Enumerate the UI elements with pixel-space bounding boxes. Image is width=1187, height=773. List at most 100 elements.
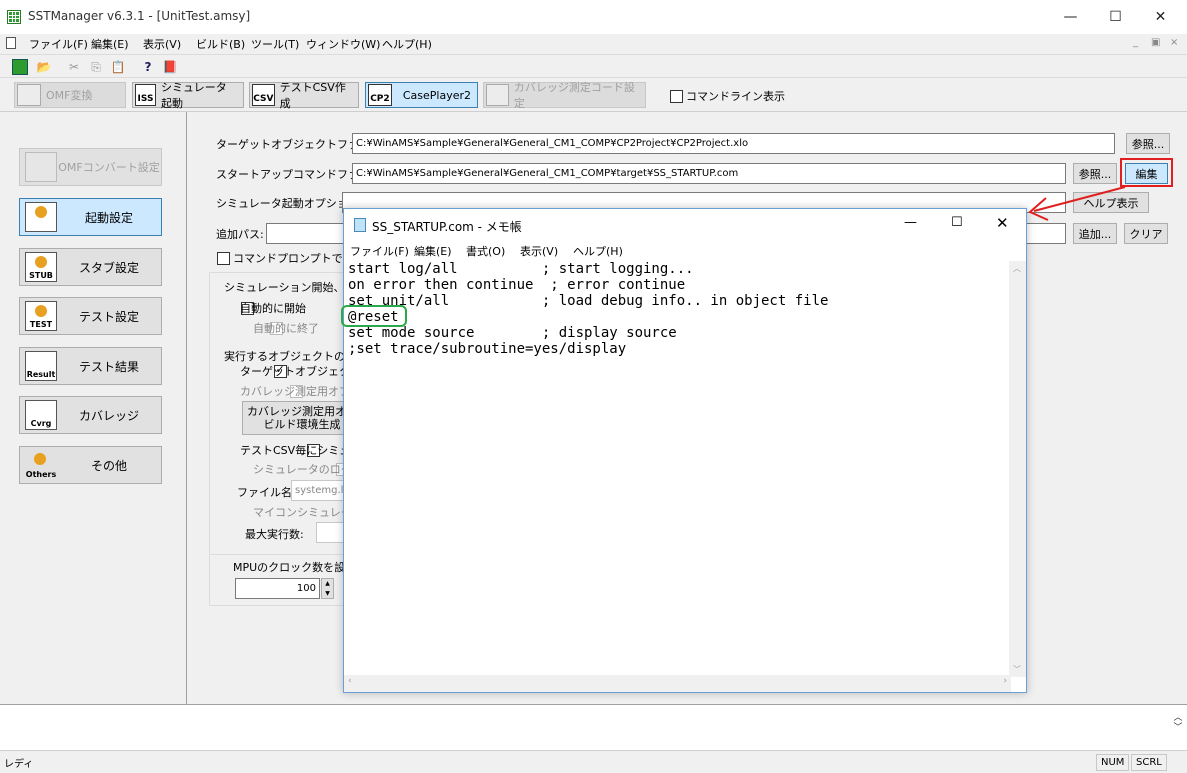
minimize-button[interactable]: — — [1048, 0, 1093, 34]
sidebar-item-omf-settings[interactable]: OMFコンバート設定 — [19, 148, 162, 186]
coverage-code-label: カバレッジ測定コード設定 — [513, 81, 635, 110]
text-line: start log/all ; start logging... — [348, 261, 694, 277]
menu-build[interactable]: ビルド(B) — [196, 36, 245, 52]
notepad-horizontal-scrollbar[interactable]: ‹ › — [344, 675, 1011, 692]
coverage-icon — [486, 84, 509, 106]
scroll-left-icon[interactable]: ‹ — [348, 676, 352, 686]
copy-icon[interactable]: ⎘ — [88, 59, 104, 75]
notepad-close-button[interactable]: ✕ — [996, 214, 1009, 232]
status-bar: レディ NUM SCRL — [0, 750, 1187, 773]
sidebar-item-coverage[interactable]: Cvrg カバレッジ — [19, 396, 162, 434]
startup-command-input[interactable]: C:¥WinAMS¥Sample¥General¥General_CM1_COM… — [352, 163, 1066, 184]
menu-window[interactable]: ウィンドウ(W) — [306, 36, 380, 52]
text-line: ;set trace/subroutine=yes/display — [348, 341, 627, 357]
coverage-build-line1: カバレッジ測定用オブ — [247, 405, 357, 418]
new-icon[interactable] — [12, 59, 28, 75]
cmdprompt-checkbox[interactable] — [217, 251, 230, 265]
max-exec-input[interactable] — [316, 522, 346, 543]
simulator-start-button[interactable]: ISS シミュレータ起動 — [132, 81, 244, 110]
coverage-code-button[interactable]: カバレッジ測定コード設定 — [483, 81, 646, 110]
simulator-option-label: シミュレータ起動オプション: — [216, 197, 363, 210]
omf-convert-button[interactable]: OMF変換 — [14, 82, 126, 108]
scroll-up-icon[interactable]: ︿ — [1013, 263, 1021, 274]
mdi-minimize-button[interactable]: _ — [1133, 37, 1138, 48]
sidebar-item-label: 起動設定 — [84, 210, 133, 225]
csv-icon: CSV — [252, 84, 275, 106]
startup-gear-icon — [25, 202, 57, 232]
open-folder-icon[interactable]: 📂 — [36, 59, 52, 75]
auto-end-label: 自動的に終了 — [253, 322, 319, 335]
cp2-icon: CP2 — [368, 84, 392, 106]
clear-path-button[interactable]: クリア — [1124, 223, 1168, 244]
help-icon[interactable]: ? — [140, 59, 156, 75]
menu-view[interactable]: 表示(V) — [143, 36, 181, 52]
simulator-start-label: シミュレータ起動 — [161, 81, 227, 110]
text-line: set unit/all ; load debug info.. in obje… — [348, 293, 829, 309]
menu-file[interactable]: ファイル(F) — [29, 36, 88, 52]
menu-tools[interactable]: ツール(T) — [251, 36, 299, 52]
notepad-menu-format[interactable]: 書式(O) — [466, 243, 505, 259]
sidebar-item-test[interactable]: TEST テスト設定 — [19, 297, 162, 335]
status-num: NUM — [1096, 754, 1130, 771]
menu-edit[interactable]: 編集(E) — [91, 36, 129, 52]
clock-value-input[interactable]: 100 — [235, 578, 320, 599]
sidebar-item-others[interactable]: Others その他 — [19, 446, 162, 484]
sidebar-item-label: OMFコンバート設定 — [58, 161, 160, 174]
cut-icon[interactable]: ✂ — [66, 59, 82, 75]
omf-icon — [17, 84, 41, 106]
target-browse-button[interactable]: 参照... — [1126, 133, 1170, 154]
maximize-button[interactable]: ☐ — [1093, 0, 1138, 34]
caseplayer2-label: CasePlayer2 — [402, 88, 471, 102]
app-icon — [7, 10, 21, 24]
notepad-title-bar: SS_STARTUP.com - メモ帳 — ☐ ✕ — [344, 209, 1026, 241]
notepad-text-area[interactable]: start log/all ; start logging... on error… — [346, 261, 1010, 677]
sidebar-item-result[interactable]: Result テスト結果 — [19, 347, 162, 385]
test-csv-label: テストCSV作成 — [279, 81, 346, 110]
notepad-menu-edit[interactable]: 編集(E) — [414, 243, 452, 259]
mdi-close-button[interactable]: × — [1170, 37, 1178, 48]
notepad-maximize-button[interactable]: ☐ — [951, 215, 963, 230]
menu-help[interactable]: ヘルプ(H) — [382, 36, 432, 52]
status-scrl: SCRL — [1131, 754, 1167, 771]
auto-start-label: 自動的に開始 — [240, 302, 306, 315]
caseplayer2-button[interactable]: CP2 CasePlayer2 — [365, 82, 478, 108]
notepad-minimize-button[interactable]: — — [904, 215, 917, 230]
iss-icon: ISS — [135, 84, 157, 106]
notepad-menu-bar: ファイル(F) 編集(E) 書式(O) 表示(V) ヘルプ(H) — [344, 241, 1026, 261]
add-path-button[interactable]: 追加... — [1073, 223, 1117, 244]
notepad-menu-help[interactable]: ヘルプ(H) — [573, 243, 623, 259]
main-toolbar: OMF変換 ISS シミュレータ起動 CSV テストCSV作成 CP2 Case… — [0, 78, 1187, 112]
scroll-down-icon[interactable]: ﹀ — [1013, 664, 1021, 675]
sidebar-item-label: テスト設定 — [78, 309, 139, 324]
paste-icon[interactable]: 📋 — [110, 59, 126, 75]
sidebar-item-startup[interactable]: 起動設定 — [19, 198, 162, 236]
notepad-vertical-scrollbar[interactable]: ︿ ﹀ — [1009, 261, 1026, 677]
cmdline-toggle[interactable]: コマンドライン表示 — [670, 88, 785, 104]
filename-input[interactable]: systemg.lo — [291, 480, 351, 501]
clock-spinner[interactable]: ▲ ▼ — [321, 578, 334, 599]
settings-sidebar: OMFコンバート設定 起動設定 STUB スタブ設定 TEST テスト設定 Re… — [0, 112, 187, 704]
test-csv-button[interactable]: CSV テストCSV作成 — [249, 81, 359, 110]
test-icon: TEST — [25, 301, 57, 331]
cmdline-checkbox[interactable] — [670, 89, 683, 103]
scroll-right-icon[interactable]: › — [1003, 676, 1007, 686]
red-arrow-annotation — [1028, 186, 1126, 221]
target-object-input[interactable]: C:¥WinAMS¥Sample¥General¥General_CM1_COM… — [352, 133, 1115, 154]
coverage-build-line2: ビルド環境生成 — [263, 418, 341, 431]
reset-highlight-box — [341, 305, 407, 327]
manual-book-icon[interactable]: 📕 — [162, 59, 178, 75]
omf-settings-icon — [25, 152, 57, 182]
standard-toolbar: 📂 ✂ ⎘ 📋 ? 📕 — [0, 54, 1187, 78]
notepad-menu-file[interactable]: ファイル(F) — [350, 243, 409, 259]
mpu-clock-label: MPUのクロック数を設定 — [233, 561, 357, 574]
close-button[interactable]: ✕ — [1138, 0, 1183, 34]
sidebar-item-stub[interactable]: STUB スタブ設定 — [19, 248, 162, 286]
omf-convert-label: OMF変換 — [46, 89, 93, 102]
output-scroll-arrows[interactable]: ︿ ﹀ — [1172, 713, 1184, 735]
cmdline-label: コマンドライン表示 — [686, 90, 785, 103]
notepad-menu-view[interactable]: 表示(V) — [520, 243, 558, 259]
output-area: ︿ ﹀ — [0, 704, 1187, 754]
window-title: SSTManager v6.3.1 - [UnitTest.amsy] — [28, 9, 251, 23]
mdi-restore-button[interactable]: ▣ — [1151, 37, 1160, 48]
menu-bar: ファイル(F) 編集(E) 表示(V) ビルド(B) ツール(T) ウィンドウ(… — [0, 34, 1187, 54]
